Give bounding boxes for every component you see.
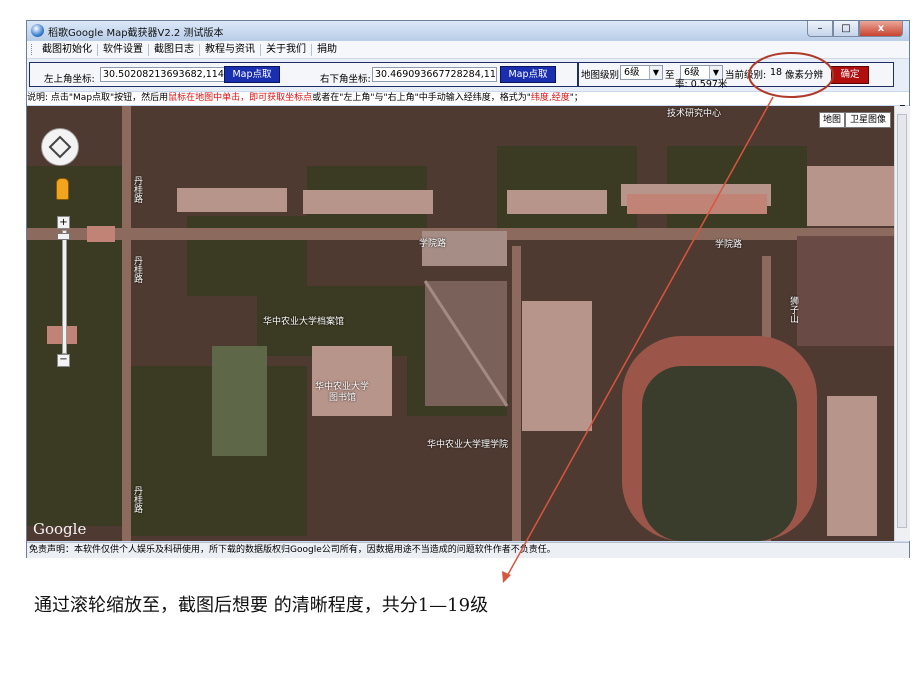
satellite-imagery: [27, 106, 894, 541]
zoom-out-button[interactable]: −: [57, 354, 70, 367]
resolution-value: 率: 0.597米: [675, 79, 728, 90]
instruction-text-5: "；: [569, 93, 583, 103]
app-logo-icon: [31, 24, 44, 37]
topleft-coordinate-input[interactable]: 30.50208213693682,114.3: [100, 67, 225, 82]
pan-control[interactable]: [41, 128, 79, 166]
vertical-scrollbar[interactable]: [894, 106, 910, 541]
level-to-label: 至: [665, 70, 675, 81]
title-bar: 稻歌Google Map截获器V2.2 测试版本 – □ x: [27, 21, 909, 41]
current-level-label: 当前级别:: [725, 70, 767, 81]
topleft-map-pick-button[interactable]: Map点取: [224, 66, 280, 83]
confirm-button[interactable]: 确定: [831, 66, 869, 84]
app-window: 稻歌Google Map截获器V2.2 测试版本 – □ x 截图初始化 软件设…: [26, 20, 910, 558]
map-label-library-2: 图书馆: [329, 393, 357, 403]
level-from-value: 6级: [624, 67, 640, 78]
coordinate-toolbar: 左上角坐标: 30.50208213693682,114.3 Map点取 右下角…: [27, 59, 909, 107]
menu-tutorials[interactable]: 教程与资讯: [200, 43, 261, 56]
annotation-arrowhead-icon: [502, 571, 511, 583]
resolution-label: 像素分辨: [785, 70, 824, 81]
instruction-text-1: 说明: 点击"Map点取"按钮，然后用: [27, 93, 169, 103]
map-label-road: 丹桂路: [132, 486, 142, 513]
map-level-label: 地图级别:: [581, 70, 623, 81]
bottomright-label: 右下角坐标:: [320, 74, 371, 85]
menu-log[interactable]: 截图日志: [149, 43, 200, 56]
menu-settings[interactable]: 软件设置: [98, 43, 149, 56]
coordinate-group: 左上角坐标: 30.50208213693682,114.3 Map点取 右下角…: [29, 62, 578, 87]
menu-grip: [31, 44, 35, 55]
map-label-hill: 狮子山: [788, 296, 798, 323]
map-label-road: 学院路: [715, 240, 743, 250]
map-label-archive: 华中农业大学档案馆: [263, 317, 345, 327]
map-type-map-button[interactable]: 地图: [819, 112, 845, 128]
instruction-bar: 说明: 点击"Map点取"按钮，然后用鼠标在地图中单击，即可获取坐标点或者在"左…: [27, 92, 909, 105]
maximize-button[interactable]: □: [833, 21, 859, 37]
map-label-research-center: 技术研究中心: [667, 109, 722, 119]
topleft-label: 左上角坐标:: [44, 74, 95, 85]
current-level-value: 18: [770, 67, 783, 78]
close-button[interactable]: x: [859, 21, 903, 37]
map-type-satellite-button[interactable]: 卫星图像: [845, 112, 891, 128]
menu-donate[interactable]: 捐助: [312, 44, 342, 56]
caption-text: 通过滚轮缩放至，截图后想要 的清晰程度，共分1—19级: [34, 595, 489, 616]
map-label-road: 学院路: [419, 239, 447, 249]
pan-arrows-icon: [48, 135, 72, 159]
instruction-text-4: 纬度,经度: [530, 93, 570, 103]
zoom-slider-track[interactable]: [62, 230, 67, 354]
bottomright-coordinate-input[interactable]: 30.469093667728284,114.: [372, 67, 497, 82]
menu-about[interactable]: 关于我们: [261, 43, 312, 56]
minimize-button[interactable]: –: [807, 21, 833, 37]
map-label-science-college: 华中农业大学理学院: [427, 440, 509, 450]
zoom-in-button[interactable]: +: [57, 216, 70, 229]
instruction-text-2: 鼠标在地图中单击，即可获取坐标点: [168, 93, 313, 103]
menu-bar: 截图初始化 软件设置 截图日志 教程与资讯 关于我们 捐助: [27, 41, 909, 59]
map-label-road: 丹桂路: [132, 256, 142, 283]
chevron-down-icon: ▼: [649, 66, 662, 79]
map-label-road: 丹桂路: [132, 176, 142, 203]
menu-screenshot-init[interactable]: 截图初始化: [37, 43, 98, 56]
zoom-slider-handle[interactable]: [57, 233, 70, 240]
instruction-text-3: 或者在"左上角"与"右上角"中手动输入经纬度，格式为": [312, 93, 531, 103]
bottomright-map-pick-button[interactable]: Map点取: [500, 66, 556, 83]
scrollbar-thumb[interactable]: [897, 114, 907, 528]
street-view-pegman-icon[interactable]: [56, 178, 69, 200]
status-bar: 免责声明：本软件仅供个人娱乐及科研使用，所下载的数据版权归Google公司所有，…: [27, 542, 909, 558]
google-logo: Google: [33, 520, 87, 538]
map-view[interactable]: + − 地图 卫星图像 学院路 学院路 丹桂路 丹桂路 华中农业大学档案馆 华中…: [27, 106, 894, 541]
level-from-select[interactable]: 6级 ▼: [620, 65, 663, 80]
level-group: 地图级别: 6级 ▼ 至 6级 ▼ 当前级别: 18 像素分辨 率: 0.597…: [578, 62, 894, 90]
window-title: 稻歌Google Map截获器V2.2 测试版本: [48, 28, 224, 39]
